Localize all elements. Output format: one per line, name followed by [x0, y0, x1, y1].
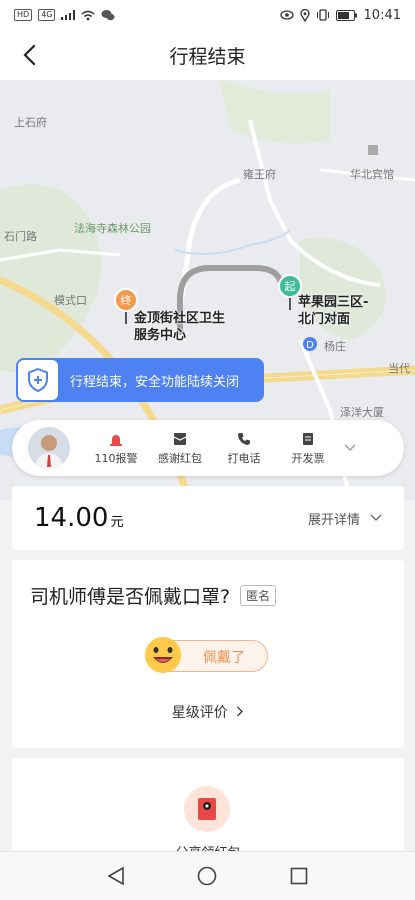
triangle-back-icon: [107, 866, 124, 886]
start-location-line1: 苹果园三区-: [298, 295, 369, 310]
system-nav-bar: [0, 851, 415, 900]
fare-card: 14.00 元 展开详情: [12, 486, 404, 550]
start-location-line2: 北门对面: [298, 312, 351, 327]
alarm-110-button[interactable]: 110报警: [84, 430, 148, 466]
star-rating-label: 星级评价: [171, 705, 228, 721]
start-pin-stem: [289, 298, 291, 310]
circle-home-icon: [198, 866, 217, 886]
battery-icon: [335, 9, 357, 21]
alarm-icon: [110, 435, 122, 446]
mask-question: 司机师傅是否佩戴口罩?: [30, 586, 231, 608]
safety-shield-button[interactable]: [18, 360, 58, 400]
driver-photo: [28, 427, 70, 469]
shield-plus-icon: [28, 368, 48, 392]
driver-action-bar: 110报警 感谢红包 打电话 开发票: [12, 420, 404, 476]
svg-text:D: D: [306, 340, 314, 351]
fare-amount: 14.00: [34, 503, 109, 533]
thank-envelope-button[interactable]: 感谢红包: [148, 430, 212, 466]
signal-icon: [61, 10, 76, 20]
location-icon: [299, 8, 310, 22]
map-label: 华北宾馆: [350, 168, 394, 181]
fare-unit: 元: [110, 515, 124, 530]
envelope-icon: [173, 433, 187, 445]
phone-icon: [238, 433, 250, 445]
clock: 10:41: [363, 7, 401, 23]
map-label: 杨庄: [324, 340, 346, 353]
fare-amount-group: 14.00 元: [34, 503, 123, 533]
wechat-icon: [101, 10, 115, 21]
invoice-label: 开发票: [291, 452, 325, 465]
square-recents-icon: [290, 867, 308, 885]
map-label: 泽洋大厦: [340, 406, 384, 419]
chevron-right-icon: [237, 706, 244, 717]
end-location-line2: 服务中心: [134, 328, 187, 343]
invoice-icon: [303, 433, 313, 445]
invoice-button[interactable]: 开发票: [276, 430, 340, 466]
building-icon: [368, 145, 378, 155]
map-label: 模式口: [54, 294, 87, 307]
status-left: HD 4G: [14, 9, 115, 21]
eye-icon: [279, 10, 294, 20]
end-location-line1: 金顶街社区卫生: [134, 311, 226, 326]
chevron-left-icon: [23, 44, 36, 66]
driver-avatar[interactable]: [28, 427, 70, 469]
anonymous-badge: 匿名: [240, 585, 277, 606]
status-bar: HD 4G 10:41: [0, 0, 415, 30]
red-envelope-icon: [198, 798, 216, 820]
chevron-down-icon: [344, 444, 356, 451]
share-envelope-button[interactable]: [184, 786, 230, 832]
share-card: 分享领红包: [12, 758, 404, 858]
thank-envelope-label: 感谢红包: [158, 452, 202, 465]
call-label: 打电话: [227, 452, 261, 465]
map-label: 雍王府: [243, 168, 276, 181]
nav-back-button[interactable]: [104, 864, 128, 888]
more-actions-button[interactable]: [340, 444, 360, 452]
expand-details-label: 展开详情: [307, 512, 360, 528]
end-pin-stem: [125, 312, 127, 324]
expand-details-button[interactable]: 展开详情: [308, 509, 382, 528]
network-indicator: 4G: [38, 9, 56, 21]
chevron-down-icon: [370, 514, 382, 521]
vibrate-icon: [316, 9, 329, 21]
wifi-icon: [82, 10, 95, 20]
map-label: 石门路: [4, 230, 37, 243]
map-label: 上石府: [14, 116, 47, 129]
metro-icon: D: [303, 337, 317, 351]
star-rating-link[interactable]: 星级评价: [12, 702, 404, 722]
status-right: 10:41: [279, 7, 401, 23]
hd-indicator: HD: [14, 9, 33, 21]
page-title: 行程结束: [169, 45, 246, 68]
nav-recents-button[interactable]: [287, 864, 311, 888]
safety-banner[interactable]: 行程结束，安全功能陆续关闭: [16, 358, 264, 402]
header: 行程结束: [0, 30, 415, 80]
back-button[interactable]: [18, 42, 44, 68]
mask-survey-card: 司机师傅是否佩戴口罩? 匿名 佩戴了 星级评价: [12, 560, 404, 748]
start-location-label: 苹果园三区- 北门对面: [298, 294, 368, 328]
alarm-110-label: 110报警: [94, 452, 138, 465]
end-pin: 终: [114, 288, 138, 312]
map-label: 当代: [388, 362, 410, 375]
nav-home-button[interactable]: [195, 864, 219, 888]
mask-question-row: 司机师傅是否佩戴口罩? 匿名: [30, 582, 277, 609]
mask-worn-label: 佩戴了: [203, 650, 245, 666]
mask-worn-button[interactable]: 佩戴了: [145, 637, 268, 673]
call-button[interactable]: 打电话: [212, 430, 276, 466]
smile-emoji-icon: [145, 637, 181, 673]
end-location-label: 金顶街社区卫生 服务中心: [134, 310, 225, 344]
map-label: 法海寺森林公园: [74, 222, 151, 235]
safety-banner-text: 行程结束，安全功能陆续关闭: [70, 374, 240, 390]
